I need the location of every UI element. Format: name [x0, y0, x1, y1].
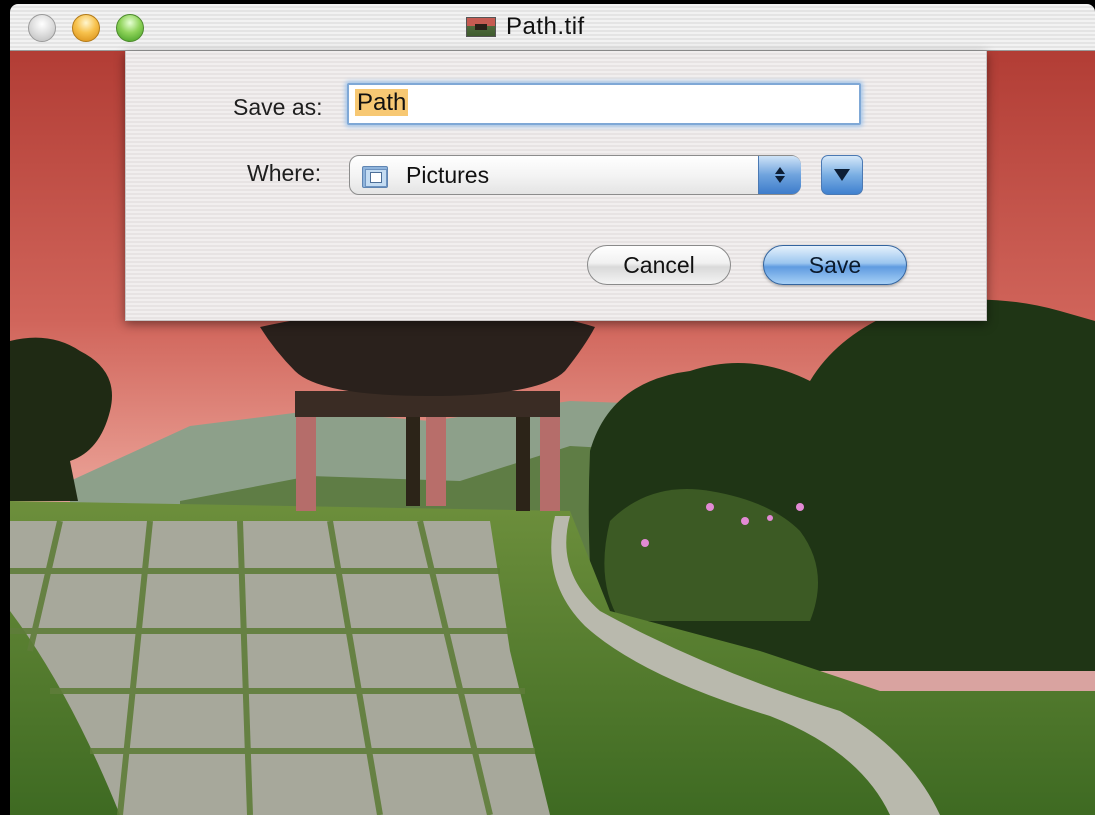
minimize-button-icon[interactable]: [72, 14, 100, 42]
filename-selected-text[interactable]: Path: [355, 89, 409, 116]
save-button[interactable]: Save: [763, 245, 907, 285]
cancel-button[interactable]: Cancel: [587, 245, 731, 285]
expand-disclosure-button[interactable]: [821, 155, 863, 195]
where-popup-value: Pictures: [406, 161, 490, 188]
title-bar[interactable]: Path.tif: [10, 4, 1095, 51]
pavilion: [260, 296, 595, 511]
disclosure-triangle-icon: [834, 169, 850, 181]
window-title-text: Path.tif: [506, 13, 585, 40]
popup-arrows-icon[interactable]: [758, 156, 801, 194]
document-window: Path.tif Save as: Path Where: Pictures C…: [10, 4, 1095, 815]
close-button-icon[interactable]: [28, 14, 56, 42]
save-dialog-sheet: Save as: Path Where: Pictures Cancel Sav…: [125, 51, 987, 321]
image-file-icon: [466, 17, 496, 37]
where-popup-button[interactable]: Pictures: [349, 155, 801, 195]
window-title: Path.tif: [466, 13, 585, 40]
where-label: Where:: [247, 160, 322, 186]
pictures-folder-icon: [362, 163, 388, 188]
filename-field[interactable]: Path: [347, 83, 861, 125]
save-as-label: Save as:: [233, 94, 323, 120]
zoom-button-icon[interactable]: [116, 14, 144, 42]
